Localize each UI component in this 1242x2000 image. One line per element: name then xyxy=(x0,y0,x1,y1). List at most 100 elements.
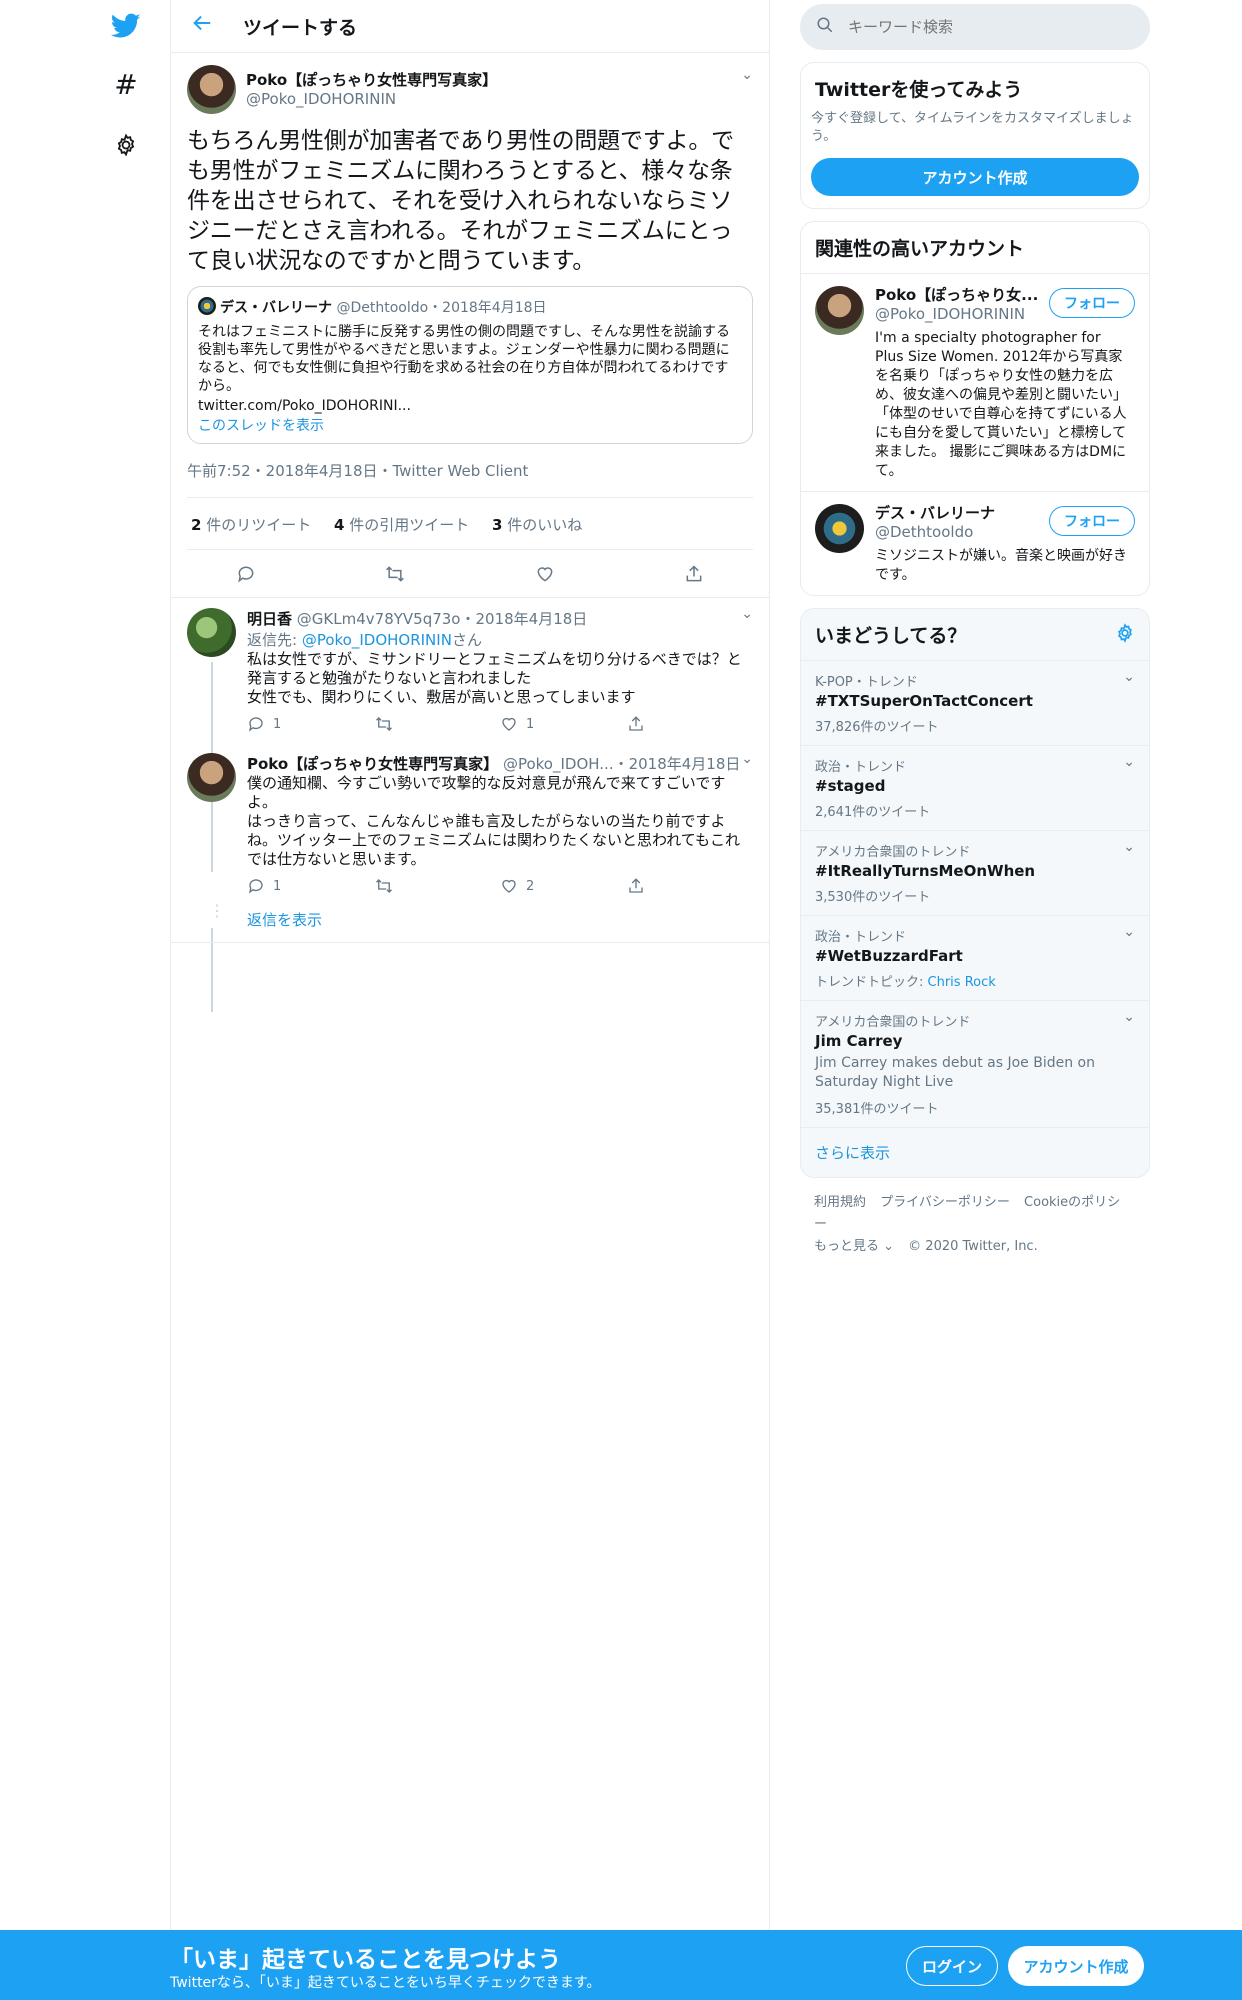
copyright: © 2020 Twitter, Inc. xyxy=(908,1239,1038,1254)
top-bar: ツイートする xyxy=(171,0,769,53)
trend-count: 37,826件のツイート xyxy=(815,720,939,735)
bottom-signup-banner: 「いま」起きていることを見つけよう Twitterなら、「いま」起きていることを… xyxy=(0,1930,1242,2000)
reply-tweet[interactable]: ⌄ 明日香 @GKLm4v78YV5q73o・2018年4月18日 返信先: @… xyxy=(171,598,769,743)
follow-button[interactable]: フォロー xyxy=(1049,506,1135,536)
chevron-down-icon[interactable]: ⌄ xyxy=(741,67,753,83)
trend-category: K-POP・トレンド xyxy=(815,675,918,690)
related-title: 関連性の高いアカウント xyxy=(815,238,1025,260)
quote-text: それはフェミニストに勝手に反発する男性の側の問題ですし、そんな男性を説諭する役割… xyxy=(198,324,730,394)
create-account-button[interactable]: アカウント作成 xyxy=(811,158,1139,196)
reply-text: 私は女性ですが、ミサンドリーとフェミニズムを切り分けるべきでは？と発言すると勉強… xyxy=(247,650,742,687)
reply-button[interactable]: 1 xyxy=(247,877,374,895)
like-heart-icon[interactable] xyxy=(528,557,562,591)
more-link[interactable]: もっと見る ⌄ xyxy=(814,1239,894,1254)
reply-author-name[interactable]: Poko【ぽっちゃり女性専門写真家】 xyxy=(247,755,498,773)
avatar[interactable] xyxy=(815,286,864,335)
main-tweet: Poko【ぽっちゃり女性専門写真家】 @Poko_IDOHORININ ⌄ もち… xyxy=(171,53,769,550)
trends-title: いまどうしてる？ xyxy=(815,625,967,647)
show-replies-row: ⋮ 返信を表示 xyxy=(171,901,769,943)
account-item[interactable]: Poko【ぽっちゃり女... @Poko_IDOHORININ フォロー I'm… xyxy=(801,273,1149,491)
reply-button[interactable]: 1 xyxy=(247,715,374,733)
trends-card: いまどうしてる？ ⌄ K-POP・トレンド #TXTSuperOnTactCon… xyxy=(800,608,1150,1178)
share-button[interactable] xyxy=(627,715,754,733)
settings-gear-icon[interactable] xyxy=(1115,622,1135,647)
author-handle[interactable]: @Poko_IDOHORININ xyxy=(246,90,497,108)
trend-category: アメリカ合衆国のトレンド xyxy=(815,845,971,860)
signup-button[interactable]: アカウント作成 xyxy=(1008,1946,1144,1986)
twitter-logo-icon[interactable] xyxy=(108,8,144,44)
reply-date: ・2018年4月18日 xyxy=(613,755,741,773)
tweet-stats: 2 件のリツイート 4 件の引用ツイート 3 件のいいね xyxy=(187,498,753,550)
hashtag-explore-icon[interactable]: # xyxy=(108,66,144,102)
page-title: ツイートする xyxy=(243,16,358,39)
reply-to-handle[interactable]: @Poko_IDOHORININ xyxy=(302,631,452,649)
trend-count: 35,381件のツイート xyxy=(815,1102,939,1117)
reply-icon[interactable] xyxy=(229,557,263,591)
reply-author-handle[interactable]: @Poko_IDOH... xyxy=(503,755,614,773)
privacy-link[interactable]: プライバシーポリシー xyxy=(880,1195,1010,1210)
search-input[interactable] xyxy=(848,18,1128,36)
avatar[interactable] xyxy=(187,753,236,802)
reply-to-line: 返信先: @Poko_IDOHORININさん xyxy=(247,631,482,649)
trend-title: #ItReallyTurnsMeOnWhen xyxy=(815,862,1036,880)
settings-gear-icon[interactable] xyxy=(108,127,144,163)
share-button[interactable] xyxy=(627,877,754,895)
quoted-tweet[interactable]: デス・バレリーナ @Dethtooldo・2018年4月18日 それはフェミニス… xyxy=(187,286,753,444)
trend-item[interactable]: ⌄ アメリカ合衆国のトレンド #ItReallyTurnsMeOnWhen 3,… xyxy=(801,830,1149,915)
reply-author-name[interactable]: 明日香 xyxy=(247,610,292,628)
terms-link[interactable]: 利用規約 xyxy=(814,1195,866,1210)
follow-button[interactable]: フォロー xyxy=(1049,288,1135,318)
tweet-actions xyxy=(171,550,769,598)
chevron-down-icon[interactable]: ⌄ xyxy=(1123,1009,1135,1025)
reply-text: はっきり言って、こんなんじゃ誰も言及したがらないの当たり前ですよね。ツイッター上… xyxy=(247,812,741,868)
trend-count: 2,641件のツイート xyxy=(815,805,931,820)
avatar[interactable] xyxy=(187,65,236,114)
chevron-down-icon[interactable]: ⌄ xyxy=(1123,754,1135,770)
show-replies-link[interactable]: 返信を表示 xyxy=(247,911,322,929)
show-thread-link[interactable]: このスレッドを表示 xyxy=(198,417,742,435)
retweet-button[interactable] xyxy=(374,715,501,733)
trend-item[interactable]: ⌄ 政治・トレンド #WetBuzzardFart トレンドトピック: Chri… xyxy=(801,915,1149,1000)
chevron-down-icon[interactable]: ⌄ xyxy=(741,751,753,767)
retweet-button[interactable] xyxy=(374,877,501,895)
tweet-meta: 午前7:52・2018年4月18日・Twitter Web Client xyxy=(187,460,753,498)
reply-text: 女性でも、関わりにくい、敷居が高いと思ってしまいます xyxy=(247,688,636,706)
back-arrow-icon[interactable] xyxy=(191,12,231,40)
trend-description: Jim Carrey makes debut as Joe Biden on S… xyxy=(815,1055,1095,1090)
quote-author-handle: @Dethtooldo xyxy=(336,300,429,316)
like-button[interactable]: 1 xyxy=(500,715,627,733)
trend-title: #staged xyxy=(815,777,886,795)
trend-topic: トレンドトピック: Chris Rock xyxy=(815,975,996,990)
avatar[interactable] xyxy=(187,608,236,657)
likes-stat[interactable]: 3 件のいいね xyxy=(492,516,582,534)
quote-url[interactable]: twitter.com/Poko_IDOHORINI... xyxy=(198,397,742,415)
like-button[interactable]: 2 xyxy=(500,877,627,895)
login-button[interactable]: ログイン xyxy=(906,1946,998,1986)
reply-tweet[interactable]: ⌄ Poko【ぽっちゃり女性専門写真家】 @Poko_IDOH...・2018年… xyxy=(171,743,769,905)
chevron-down-icon[interactable]: ⌄ xyxy=(741,606,753,622)
right-sidebar: Twitterを使ってみよう 今すぐ登録して、タイムラインをカスタマイズしましょ… xyxy=(800,0,1150,1272)
account-item[interactable]: デス・バレリーナ @Dethtooldo フォロー ミソジニストが嫌い。音楽と映… xyxy=(801,491,1149,595)
avatar[interactable] xyxy=(815,504,864,553)
signup-card: Twitterを使ってみよう 今すぐ登録して、タイムラインをカスタマイズしましょ… xyxy=(800,62,1150,209)
search-box[interactable] xyxy=(800,4,1150,50)
replies-list: ⌄ 明日香 @GKLm4v78YV5q73o ・2018年4月18日 返信先: @… xyxy=(171,598,769,1012)
left-nav: # xyxy=(96,0,156,2000)
retweets-stat[interactable]: 2 件のリツイート xyxy=(191,516,311,534)
reply-author-handle[interactable]: @GKLm4v78YV5q73o xyxy=(297,610,461,628)
quote-author-name: デス・バレリーナ xyxy=(220,300,332,316)
chevron-down-icon[interactable]: ⌄ xyxy=(1123,924,1135,940)
trend-item[interactable]: ⌄ 政治・トレンド #staged 2,641件のツイート xyxy=(801,745,1149,830)
trend-topic-link[interactable]: Chris Rock xyxy=(928,975,996,990)
chevron-down-icon[interactable]: ⌄ xyxy=(1123,669,1135,685)
trend-item[interactable]: ⌄ アメリカ合衆国のトレンド Jim Carrey Jim Carrey mak… xyxy=(801,1000,1149,1127)
chevron-down-icon[interactable]: ⌄ xyxy=(1123,839,1135,855)
quotes-stat[interactable]: 4 件の引用ツイート xyxy=(334,516,469,534)
share-icon[interactable] xyxy=(677,557,711,591)
retweet-icon[interactable] xyxy=(378,557,412,591)
trend-item[interactable]: ⌄ K-POP・トレンド #TXTSuperOnTactConcert 37,8… xyxy=(801,660,1149,745)
author-name[interactable]: Poko【ぽっちゃり女性専門写真家】 xyxy=(246,69,497,90)
show-more-link[interactable]: さらに表示 xyxy=(801,1127,1149,1177)
ellipsis-dots-icon: ⋮ xyxy=(209,901,225,920)
trend-category: 政治・トレンド xyxy=(815,930,907,945)
